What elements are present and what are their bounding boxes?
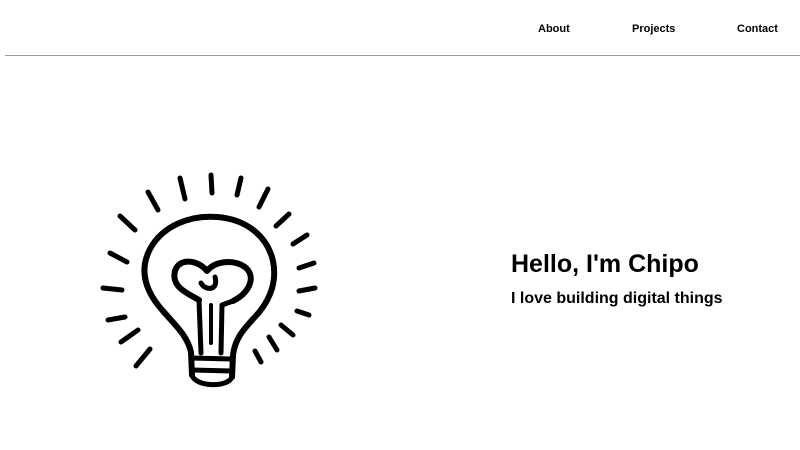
hero-title: Hello, I'm Chipo [511,250,699,278]
lightbulb-icon [95,165,330,400]
nav-link-projects[interactable]: Projects [632,22,675,36]
nav-link-about[interactable]: About [538,22,570,36]
header-divider [5,55,800,56]
nav-link-contact[interactable]: Contact [737,22,778,36]
hero-intro: Hello, I'm Chipo I love building digital… [511,248,791,309]
top-navigation: About Projects Contact [0,0,800,55]
hero-subtitle: I love building digital things [511,290,723,307]
page: About Projects Contact Hello, I'm Chipo … [0,0,800,450]
